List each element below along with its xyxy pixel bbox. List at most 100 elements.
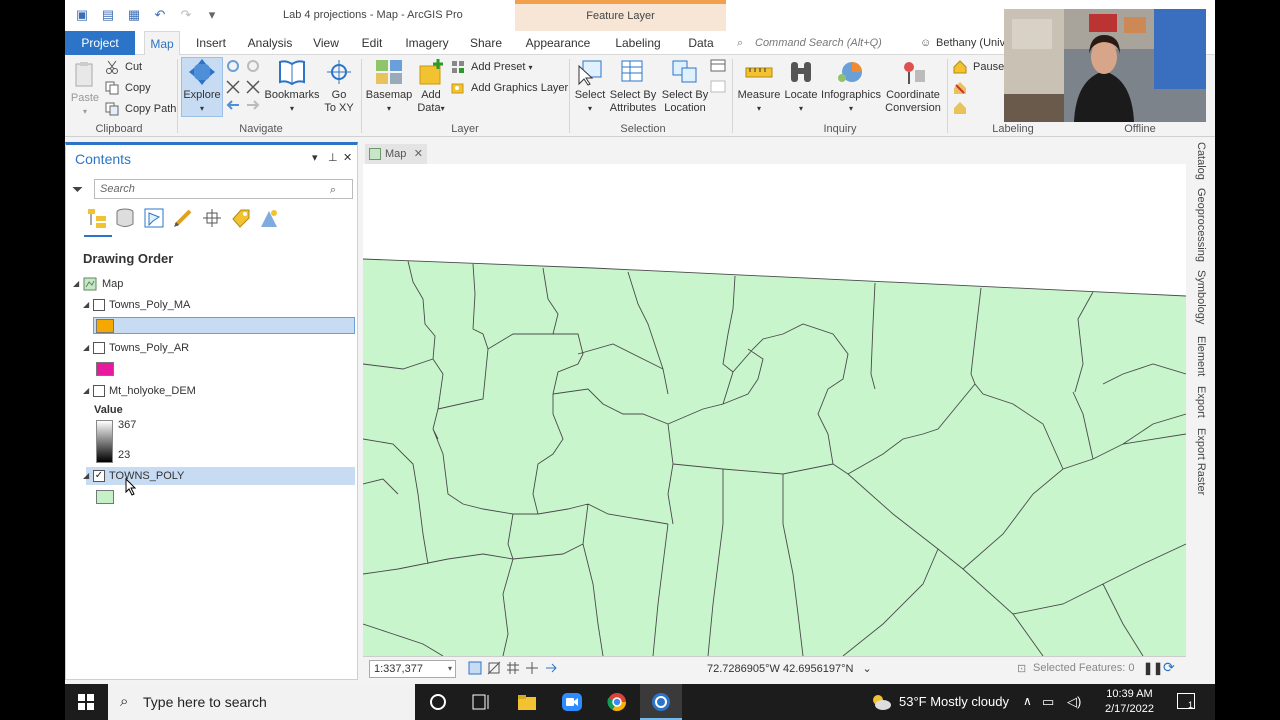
explore-button[interactable]: Explore ▾ — [182, 58, 222, 115]
grid-icon[interactable] — [506, 661, 520, 675]
grid-snapping-icon[interactable] — [487, 661, 501, 675]
weather-text[interactable]: 53°F Mostly cloudy — [899, 694, 1009, 709]
tab-analysis[interactable]: Analysis — [244, 31, 296, 55]
go-to-xy-button[interactable]: Go To XY — [323, 58, 355, 115]
symbol-row-towns-poly-ma-selected[interactable] — [93, 317, 355, 334]
label-tools-icon[interactable] — [953, 80, 971, 116]
expand-triangle-icon[interactable]: ◢ — [83, 339, 89, 357]
list-by-snapping-icon[interactable] — [201, 207, 223, 229]
navigate-small-tools-icon[interactable] — [225, 59, 263, 113]
expand-triangle-icon[interactable]: ◢ — [73, 275, 79, 293]
save-project-icon[interactable]: ▦ — [125, 7, 143, 23]
tab-data[interactable]: Data — [684, 31, 718, 55]
add-data-button[interactable]: Add Data▾ — [415, 58, 447, 115]
list-by-labeling-icon[interactable] — [230, 207, 252, 229]
snapping-icon[interactable] — [525, 661, 539, 675]
filter-icon[interactable]: ⏷ — [72, 181, 83, 198]
tab-view[interactable]: View — [309, 31, 343, 55]
layer-symbol-swatch[interactable] — [96, 362, 114, 376]
volume-icon[interactable]: ◁) — [1067, 694, 1081, 710]
locate-button[interactable]: Locate ▾ — [783, 58, 819, 115]
list-by-editing-icon[interactable] — [172, 207, 194, 229]
dock-tab-catalog[interactable]: Catalog — [1195, 142, 1207, 180]
coordinate-conversion-button[interactable]: Coordinate Conversion — [883, 58, 943, 115]
dock-tab-symbology[interactable]: Symbology — [1195, 270, 1207, 324]
expand-triangle-icon[interactable]: ◢ — [83, 382, 89, 400]
command-search[interactable]: ⌕ Command Search (Alt+Q) — [733, 33, 913, 53]
pane-options-icon[interactable]: ▾ — [312, 151, 318, 164]
tab-labeling[interactable]: Labeling — [610, 31, 666, 55]
fixed-zoom-icon[interactable] — [468, 661, 482, 675]
dock-tab-export-raster[interactable]: Export Raster — [1195, 428, 1207, 495]
tab-insert[interactable]: Insert — [192, 31, 230, 55]
list-by-perspective-imagery-icon[interactable] — [258, 207, 280, 229]
attributes-table-icon[interactable] — [710, 59, 726, 103]
cut-button[interactable]: Cut — [105, 58, 142, 76]
new-project-icon[interactable]: ▣ — [73, 7, 91, 23]
layer-row-towns-poly-ar[interactable]: ◢ Towns_Poly_AR — [66, 339, 357, 357]
add-graphics-layer-button[interactable]: Add Graphics Layer — [451, 79, 568, 97]
tab-imagery[interactable]: Imagery — [402, 31, 452, 55]
contents-search-input[interactable]: Search ⌕ — [94, 179, 353, 199]
close-icon[interactable]: ✕ — [343, 151, 352, 164]
system-clock[interactable]: 10:39 AM 2/17/2022 — [1105, 687, 1154, 717]
infographics-button[interactable]: Infographics ▾ — [819, 58, 883, 115]
copy-path-button[interactable]: Copy Path — [105, 100, 176, 118]
layer-visibility-checkbox[interactable]: ✓ — [93, 470, 105, 482]
redo-icon[interactable]: ↷ — [177, 7, 195, 23]
file-explorer-icon[interactable] — [516, 692, 538, 712]
layer-visibility-checkbox[interactable] — [93, 342, 105, 354]
chrome-icon[interactable] — [606, 692, 628, 712]
task-view-icon[interactable] — [470, 692, 492, 712]
zoom-app-icon[interactable] — [561, 692, 583, 712]
list-by-selection-icon[interactable] — [143, 207, 165, 229]
user-account[interactable]: ☺ Bethany (Unive — [920, 33, 1011, 53]
weather-cloud-icon[interactable] — [870, 692, 892, 712]
cursor-coordinates[interactable]: 72.7286905°W 42.6956197°N ⌄ — [707, 662, 872, 675]
expand-triangle-icon[interactable]: ◢ — [83, 296, 89, 314]
scale-dropdown[interactable]: 1:337,377 ▾ — [369, 660, 456, 678]
selected-features-count[interactable]: ⊡ Selected Features: 0 — [1017, 662, 1135, 675]
expand-triangle-icon[interactable]: ◢ — [83, 467, 89, 485]
taskbar-search-box[interactable]: ⌕ Type here to search — [108, 684, 415, 720]
paste-button[interactable]: Paste ▾ — [70, 61, 100, 118]
refresh-icon[interactable]: ⟳ — [1163, 659, 1175, 676]
layer-visibility-checkbox[interactable] — [93, 299, 105, 311]
dock-tab-geoprocessing[interactable]: Geoprocessing — [1195, 188, 1207, 262]
tab-share[interactable]: Share — [467, 31, 505, 55]
tab-appearance[interactable]: Appearance — [521, 31, 595, 55]
map-canvas[interactable] — [363, 164, 1186, 656]
close-icon[interactable]: ✕ — [414, 144, 423, 164]
measure-button[interactable]: Measure ▾ — [735, 58, 783, 115]
layer-symbol-swatch[interactable] — [96, 490, 114, 504]
windows-start-icon[interactable] — [78, 694, 94, 710]
basemap-button[interactable]: Basemap ▾ — [365, 58, 413, 115]
tree-map-node[interactable]: ◢ Map — [66, 275, 357, 293]
list-by-data-source-icon[interactable] — [114, 207, 136, 229]
cortana-icon[interactable] — [427, 692, 449, 712]
layer-row-towns-poly-ma[interactable]: ◢ Towns_Poly_MA — [66, 296, 357, 314]
open-project-icon[interactable]: ▤ — [99, 7, 117, 23]
customize-qat-icon[interactable]: ▾ — [203, 7, 221, 23]
dock-tab-export[interactable]: Export — [1195, 386, 1207, 418]
add-preset-button[interactable]: Add Preset ▾ — [451, 58, 533, 76]
copy-button[interactable]: Copy — [105, 79, 151, 97]
arcgis-pro-taskbar-button[interactable] — [640, 684, 682, 720]
tab-map[interactable]: Map — [144, 31, 180, 55]
pause-drawing-icon[interactable]: ❚❚ — [1143, 661, 1163, 675]
tab-map-view[interactable]: Map ✕ — [365, 144, 427, 164]
towns-poly-map[interactable] — [363, 164, 1186, 656]
layer-visibility-checkbox[interactable] — [93, 385, 105, 397]
notification-center-icon[interactable]: 1 — [1177, 693, 1195, 710]
select-by-attributes-button[interactable]: Select By Attributes — [607, 58, 659, 115]
network-icon[interactable]: ▭ — [1042, 694, 1054, 710]
chevron-up-icon[interactable]: ∧ — [1023, 694, 1032, 708]
undo-icon[interactable]: ↶ — [151, 7, 169, 23]
select-button[interactable]: Select ▾ — [573, 58, 607, 115]
raster-gradient-ramp[interactable] — [96, 420, 113, 463]
pin-icon[interactable]: ⊥ — [328, 151, 338, 164]
select-by-location-button[interactable]: Select By Location — [659, 58, 711, 115]
bookmarks-button[interactable]: Bookmarks ▾ — [264, 58, 320, 115]
pause-labeling-button[interactable]: Pause — [953, 58, 1004, 76]
layer-symbol-swatch[interactable] — [96, 319, 114, 333]
